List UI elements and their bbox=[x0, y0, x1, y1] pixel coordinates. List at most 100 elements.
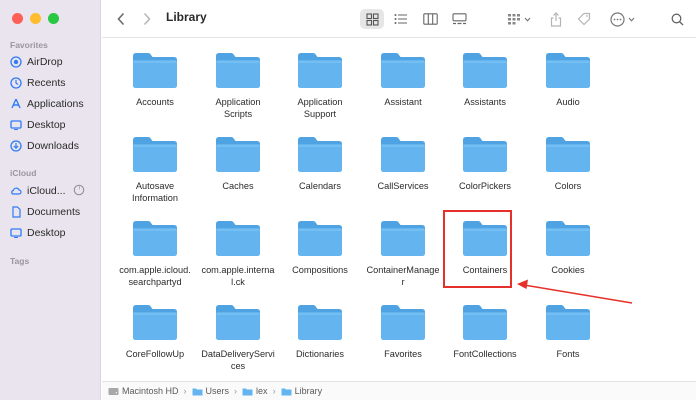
folder-label: CallServices bbox=[377, 181, 429, 191]
gallery-view-button[interactable] bbox=[448, 9, 470, 29]
list-view-button[interactable] bbox=[390, 9, 412, 29]
sidebar-header-tags: Tags bbox=[10, 256, 30, 266]
sidebar-item-icloud-desktop[interactable]: Desktop bbox=[9, 224, 97, 242]
sidebar-item-label: Desktop bbox=[27, 119, 66, 131]
folder-icon bbox=[133, 221, 177, 256]
highlight-box bbox=[443, 210, 512, 288]
group-by-button[interactable] bbox=[504, 9, 534, 29]
share-icon bbox=[550, 11, 562, 27]
document-icon bbox=[9, 206, 22, 219]
folder-label: Calendars bbox=[299, 181, 341, 191]
folder-label: DataDeliveryServi ces bbox=[201, 349, 275, 371]
folder-label: ColorPickers bbox=[458, 181, 512, 191]
grid-view-icon bbox=[365, 12, 379, 26]
folder-icon bbox=[463, 305, 507, 340]
path-segment[interactable]: Library bbox=[281, 386, 322, 396]
columns-view-icon bbox=[422, 13, 438, 25]
folder-icon bbox=[216, 137, 260, 172]
tags-button[interactable] bbox=[574, 9, 594, 29]
folder-icon bbox=[546, 137, 590, 172]
folder-icon bbox=[463, 137, 507, 172]
sidebar-header-icloud: iCloud bbox=[10, 168, 37, 178]
folder-icon bbox=[216, 53, 260, 88]
window-title: Library bbox=[166, 10, 207, 24]
toolbar: Library bbox=[102, 0, 696, 38]
zoom-window-button[interactable] bbox=[48, 13, 59, 24]
path-segment-label: Users bbox=[205, 386, 230, 396]
window-controls bbox=[12, 13, 59, 24]
home-folder-icon bbox=[242, 388, 253, 395]
airdrop-icon bbox=[9, 56, 22, 69]
sidebar-header-favorites: Favorites bbox=[10, 40, 48, 50]
folder-icon bbox=[546, 305, 590, 340]
path-segment[interactable]: lex bbox=[242, 386, 268, 396]
folder-label: ContainerManage r bbox=[366, 265, 440, 287]
icon-view-button[interactable] bbox=[360, 9, 384, 29]
folder-icon bbox=[546, 53, 590, 88]
column-view-button[interactable] bbox=[419, 9, 441, 29]
sidebar-item-label: Downloads bbox=[27, 140, 79, 152]
path-segment-label: Macintosh HD bbox=[122, 386, 179, 396]
folder-label: Caches bbox=[222, 181, 254, 191]
folder-label: Colors bbox=[554, 181, 582, 191]
folder-label: Assistants bbox=[464, 97, 506, 107]
folder-label: FontCollections bbox=[453, 349, 517, 359]
folder-label: Audio bbox=[556, 97, 580, 107]
folder-icon bbox=[133, 305, 177, 340]
folder-icon bbox=[281, 388, 292, 395]
sidebar-item-icloud-drive[interactable]: iCloud... bbox=[9, 182, 97, 200]
sidebar-item-downloads[interactable]: Downloads bbox=[9, 137, 97, 155]
folder-label: Assistant bbox=[384, 97, 422, 107]
folder-label: com.apple.icloud. searchpartyd bbox=[119, 265, 191, 287]
sidebar-item-label: AirDrop bbox=[27, 56, 63, 68]
chevron-left-icon bbox=[117, 12, 125, 26]
path-segment[interactable]: Macintosh HD bbox=[108, 386, 179, 396]
applications-icon bbox=[9, 98, 22, 111]
sidebar-item-label: Documents bbox=[27, 206, 81, 218]
sidebar-item-label: Desktop bbox=[27, 227, 66, 239]
folder-label: Favorites bbox=[384, 349, 422, 359]
tag-icon bbox=[577, 12, 591, 26]
search-button[interactable] bbox=[668, 9, 686, 29]
sidebar-item-label: iCloud... bbox=[27, 185, 66, 197]
sidebar-item-label: Recents bbox=[27, 77, 66, 89]
folder-icon bbox=[381, 221, 425, 256]
path-separator: › bbox=[183, 386, 187, 396]
folder-icon bbox=[546, 221, 590, 256]
sidebar: Favorites AirDrop Recents Applications D… bbox=[0, 0, 101, 400]
path-bar: Macintosh HD › Users › lex › Library bbox=[102, 381, 696, 400]
path-separator: › bbox=[234, 386, 238, 396]
sidebar-item-applications[interactable]: Applications bbox=[9, 95, 97, 113]
group-grid-icon bbox=[508, 14, 520, 25]
folder-label: Fonts bbox=[556, 349, 580, 359]
cloud-icon bbox=[9, 185, 22, 198]
file-grid: Accounts Application Scripts Application S… bbox=[102, 39, 696, 379]
minimize-window-button[interactable] bbox=[30, 13, 41, 24]
chevron-down-icon bbox=[628, 17, 634, 22]
folder-icon bbox=[463, 53, 507, 88]
hard-drive-icon bbox=[108, 387, 119, 395]
back-button[interactable] bbox=[114, 9, 128, 29]
clock-icon bbox=[9, 77, 22, 90]
folder-label: Accounts bbox=[136, 97, 174, 107]
sidebar-item-label: Applications bbox=[27, 98, 84, 110]
share-button[interactable] bbox=[546, 9, 566, 29]
folder-icon bbox=[381, 53, 425, 88]
sidebar-item-desktop[interactable]: Desktop bbox=[9, 116, 97, 134]
ellipsis-circle-icon bbox=[609, 11, 625, 27]
close-window-button[interactable] bbox=[12, 13, 23, 24]
downloads-icon bbox=[9, 140, 22, 153]
sidebar-item-airdrop[interactable]: AirDrop bbox=[9, 53, 97, 71]
folder-label: Compositions bbox=[292, 265, 348, 275]
forward-button[interactable] bbox=[140, 9, 154, 29]
action-menu-button[interactable] bbox=[607, 9, 637, 29]
folder-label: Application Support bbox=[297, 97, 343, 119]
folder-icon bbox=[216, 305, 260, 340]
sidebar-item-documents[interactable]: Documents bbox=[9, 203, 97, 221]
sidebar-item-recents[interactable]: Recents bbox=[9, 74, 97, 92]
folder-icon bbox=[133, 53, 177, 88]
path-separator: › bbox=[272, 386, 276, 396]
path-segment[interactable]: Users bbox=[192, 386, 230, 396]
gallery-view-icon bbox=[451, 13, 467, 25]
folder-icon bbox=[133, 137, 177, 172]
